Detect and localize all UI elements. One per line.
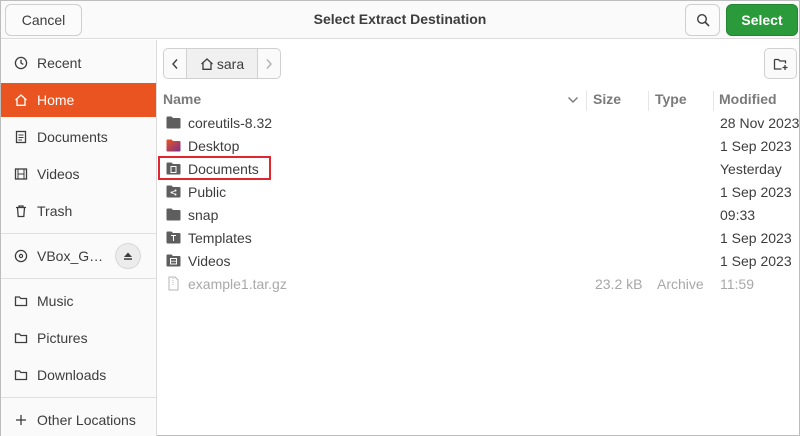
column-header-name[interactable]: Name: [163, 91, 201, 111]
folder-icon: [13, 293, 29, 309]
file-modified: 1 Sep 2023: [720, 253, 792, 269]
table-row[interactable]: Desktop 1 Sep 2023: [158, 135, 799, 158]
table-row: example1.tar.gz 23.2 kB Archive 11:59: [158, 273, 799, 296]
clock-icon: [13, 55, 29, 71]
public-folder-icon: [166, 185, 181, 198]
file-type: Archive: [657, 276, 704, 292]
documents-folder-icon: [166, 162, 181, 175]
archive-file-icon: [168, 276, 179, 291]
sidebar-item-pictures[interactable]: Pictures: [1, 321, 156, 355]
eject-button[interactable]: [115, 243, 141, 269]
search-icon: [696, 13, 709, 27]
sidebar-item-label: Other Locations: [37, 412, 136, 428]
new-folder-button[interactable]: [764, 48, 797, 79]
select-button[interactable]: Select: [726, 4, 798, 36]
chevron-down-icon: [568, 97, 578, 103]
sidebar-item-home[interactable]: Home: [1, 83, 156, 117]
table-row[interactable]: snap 09:33: [158, 204, 799, 227]
dialog-title: Select Extract Destination: [313, 11, 487, 27]
file-name: Desktop: [188, 138, 240, 154]
film-icon: [13, 166, 29, 182]
header-bar: Cancel Select Extract Destination Select: [1, 1, 799, 39]
table-row[interactable]: Public 1 Sep 2023: [158, 181, 799, 204]
sidebar-item-label: Pictures: [37, 330, 88, 346]
folder-icon: [13, 367, 29, 383]
file-name: Public: [188, 184, 227, 200]
sidebar-item-label: Music: [37, 293, 74, 309]
table-row[interactable]: Documents Yesterday: [158, 158, 799, 181]
disc-icon: [13, 248, 29, 264]
cancel-button[interactable]: Cancel: [5, 4, 82, 36]
column-divider: [713, 91, 714, 111]
file-modified: 28 Nov 2023: [720, 115, 800, 131]
sidebar-item-documents[interactable]: Documents: [1, 120, 156, 154]
column-header-size[interactable]: Size: [593, 91, 621, 111]
templates-folder-icon: [166, 231, 181, 244]
column-header-modified[interactable]: Modified: [719, 91, 777, 111]
search-button[interactable]: [685, 4, 720, 36]
folder-icon: [166, 208, 181, 221]
file-modified: 1 Sep 2023: [720, 230, 792, 246]
desktop-folder-icon: [166, 139, 181, 152]
column-divider: [648, 91, 649, 111]
sidebar-divider: [1, 278, 156, 279]
file-name: Templates: [188, 230, 252, 246]
column-header-type[interactable]: Type: [655, 91, 687, 111]
sidebar-item-label: Recent: [37, 55, 82, 71]
file-chooser-dialog: Cancel Select Extract Destination Select…: [0, 0, 800, 436]
file-name: Videos: [188, 253, 231, 269]
sidebar-item-trash[interactable]: Trash: [1, 194, 156, 228]
path-forward-button[interactable]: [257, 48, 281, 79]
file-size: 23.2 kB: [595, 276, 643, 292]
sidebar-item-label: Documents: [37, 129, 108, 145]
path-home-button[interactable]: sara: [187, 48, 257, 79]
path-back-button[interactable]: [163, 48, 187, 79]
plus-icon: [13, 412, 29, 428]
folder-icon: [13, 330, 29, 346]
sidebar-divider: [1, 397, 156, 398]
videos-folder-icon: [166, 254, 181, 267]
sidebar-item-label: Downloads: [37, 367, 107, 383]
new-folder-icon: [773, 58, 787, 70]
table-row[interactable]: coreutils-8.32 28 Nov 2023: [158, 112, 799, 135]
sidebar-item-label: VBox_G…: [37, 248, 104, 264]
path-bar: sara: [163, 48, 281, 79]
file-modified: 11:59: [720, 276, 754, 292]
home-icon: [13, 92, 29, 108]
sidebar-item-videos[interactable]: Videos: [1, 157, 156, 191]
file-modified: 09:33: [720, 207, 756, 223]
chevron-left-icon: [172, 58, 178, 69]
column-divider: [586, 91, 587, 111]
sidebar-item-downloads[interactable]: Downloads: [1, 358, 156, 392]
path-segment-label: sara: [216, 55, 245, 72]
file-modified: Yesterday: [720, 161, 782, 177]
table-row[interactable]: Videos 1 Sep 2023: [158, 250, 799, 273]
sidebar-item-recent[interactable]: Recent: [1, 46, 156, 80]
file-name: example1.tar.gz: [188, 276, 287, 292]
file-name: snap: [188, 207, 219, 223]
sidebar-item-label: Trash: [37, 203, 73, 219]
document-icon: [13, 129, 29, 145]
trash-icon: [13, 203, 29, 219]
folder-icon: [166, 116, 181, 129]
chevron-right-icon: [266, 58, 272, 69]
table-row[interactable]: Templates 1 Sep 2023: [158, 227, 799, 250]
file-name: Documents: [188, 161, 259, 177]
sidebar-item-label: Home: [37, 92, 75, 108]
home-icon: [200, 57, 213, 70]
file-modified: 1 Sep 2023: [720, 184, 792, 200]
file-name: coreutils-8.32: [188, 115, 273, 131]
file-list: Name Size Type Modified coreutils-8.32 2…: [158, 87, 799, 436]
places-sidebar: Recent Home Documents Videos Trash VBox_…: [1, 40, 157, 436]
sidebar-item-music[interactable]: Music: [1, 284, 156, 318]
sidebar-item-label: Videos: [37, 166, 80, 182]
eject-icon: [124, 252, 132, 260]
file-modified: 1 Sep 2023: [720, 138, 792, 154]
sidebar-item-other-locations[interactable]: Other Locations: [1, 403, 156, 436]
sidebar-divider: [1, 233, 156, 234]
